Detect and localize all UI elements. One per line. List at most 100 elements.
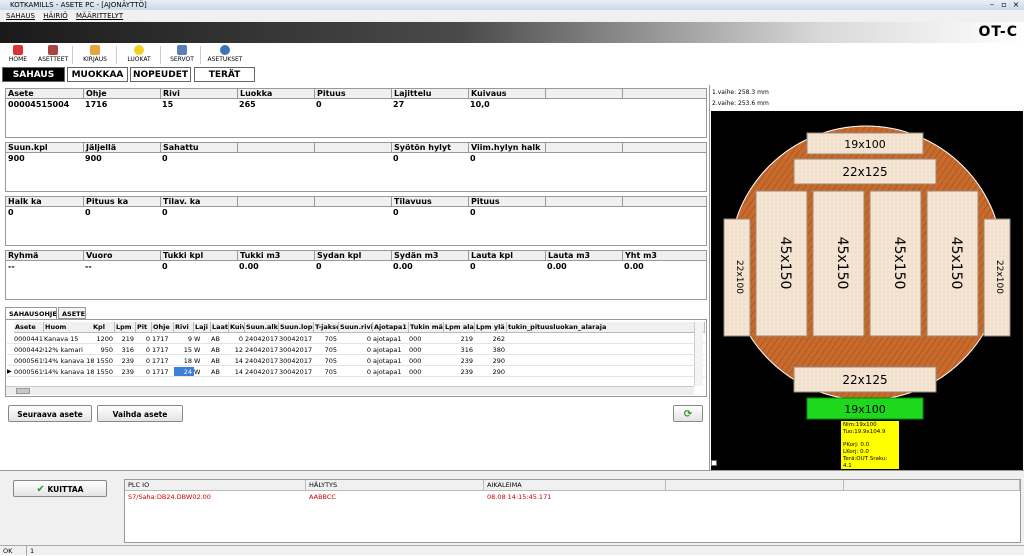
- grid-cell[interactable]: 1200: [92, 334, 115, 344]
- grid-cell[interactable]: 15: [174, 345, 194, 355]
- maximize-button[interactable]: ▫: [998, 0, 1010, 9]
- grid-column-header[interactable]: Kuiv: [229, 322, 245, 333]
- alarm-timestamp[interactable]: 08.08 14:15:45.171: [484, 492, 551, 502]
- grid-column-header[interactable]: Rivi: [174, 322, 194, 333]
- grid-cell[interactable]: W: [194, 367, 211, 377]
- grid-cell[interactable]: 262: [475, 334, 507, 344]
- grid-cell[interactable]: 0: [339, 345, 373, 355]
- grid-cell[interactable]: AB: [211, 356, 229, 366]
- grid-cell[interactable]: 12: [229, 345, 245, 355]
- checkbox-box[interactable]: [711, 460, 717, 466]
- grid-column-header[interactable]: tukin_pituusluokan_alaraja: [507, 322, 705, 333]
- kirjaus-button[interactable]: KIRJAUS: [80, 45, 110, 63]
- grid-cell[interactable]: 24042017: [245, 356, 279, 366]
- grid-cell[interactable]: 0: [136, 367, 152, 377]
- grid-cell[interactable]: 00004417502: [14, 334, 44, 344]
- grid-cell[interactable]: ajotapa1: [373, 367, 409, 377]
- grid-cell[interactable]: 14% kanava 18: [44, 367, 97, 377]
- grid-column-header[interactable]: T-jakso: [314, 322, 339, 333]
- grid-cell[interactable]: 24: [174, 367, 194, 377]
- grid-cell[interactable]: 9: [174, 334, 194, 344]
- grid-column-header[interactable]: Laji: [194, 322, 211, 333]
- tab-muokkaa[interactable]: MUOKKAA: [67, 67, 128, 82]
- grid-cell[interactable]: 316: [115, 345, 136, 355]
- grid-column-header[interactable]: Lpm ala: [444, 322, 475, 333]
- grid-cell[interactable]: Kanava 15: [44, 334, 97, 344]
- grid-cell[interactable]: [507, 334, 705, 344]
- grid-cell[interactable]: W: [194, 356, 211, 366]
- grid-column-header[interactable]: Laatu: [211, 322, 229, 333]
- grid-cell[interactable]: 0: [136, 334, 152, 344]
- grid-column-header[interactable]: Tukin määr: [409, 322, 444, 333]
- grid-cell[interactable]: 0: [339, 334, 373, 344]
- grid-cell[interactable]: 950: [92, 345, 115, 355]
- grid-cell[interactable]: 1550: [92, 367, 115, 377]
- menu-maarittelyt[interactable]: MÄÄRITTELYT: [76, 12, 123, 20]
- grid-cell[interactable]: 1717: [152, 356, 174, 366]
- grid-cell[interactable]: 316: [444, 345, 475, 355]
- alarm-source[interactable]: S7/Saha:DB24.DBW02.00: [125, 492, 211, 502]
- grid-cell[interactable]: 705: [314, 345, 339, 355]
- menu-hairio[interactable]: HÄIRIÖ: [43, 12, 68, 20]
- grid-cell[interactable]: 30042017: [279, 356, 314, 366]
- grid-cell[interactable]: 1550: [92, 356, 115, 366]
- grid-cell[interactable]: 24042017: [245, 345, 279, 355]
- grid-cell[interactable]: 1717: [152, 334, 174, 344]
- grid-cell[interactable]: AB: [211, 334, 229, 344]
- grid-column-header[interactable]: Suun.loppu: [279, 322, 314, 333]
- change-asete-button[interactable]: Vaihda asete: [97, 405, 183, 422]
- asetteet-button[interactable]: ASETTEET: [38, 45, 68, 63]
- grid-column-header[interactable]: Huom: [44, 322, 97, 333]
- grid-cell[interactable]: W: [194, 334, 211, 344]
- grid-cell[interactable]: 24042017: [245, 334, 279, 344]
- menu-sahaus[interactable]: SAHAUS: [6, 12, 35, 20]
- row-indicator[interactable]: [7, 345, 14, 355]
- grid-cell[interactable]: 24042017: [245, 367, 279, 377]
- refresh-button[interactable]: ⟳: [673, 405, 703, 422]
- grid-cell[interactable]: 239: [115, 367, 136, 377]
- grid-cell[interactable]: 000: [409, 356, 444, 366]
- tab-sahaus[interactable]: SAHAUS: [2, 67, 65, 82]
- grid-cell[interactable]: 239: [115, 356, 136, 366]
- grid-cell[interactable]: 30042017: [279, 367, 314, 377]
- grid-cell[interactable]: 18: [174, 356, 194, 366]
- home-button[interactable]: HOME: [3, 45, 33, 63]
- minimize-button[interactable]: –: [986, 0, 998, 9]
- grid-cell[interactable]: 0: [339, 367, 373, 377]
- grid-cell[interactable]: 0: [229, 334, 245, 344]
- grid-column-header[interactable]: Lpm ylä: [475, 322, 507, 333]
- grid-vertical-scrollbar[interactable]: [694, 322, 703, 386]
- asetukset-button[interactable]: ASETUKSET: [207, 45, 243, 63]
- grid-cell[interactable]: 705: [314, 356, 339, 366]
- grid-column-header[interactable]: Suun.alku: [245, 322, 279, 333]
- grid-cell[interactable]: 239: [444, 356, 475, 366]
- tab-terat[interactable]: TERÄT: [194, 67, 255, 82]
- grid-cell[interactable]: 000: [409, 367, 444, 377]
- grid-cell[interactable]: 0: [136, 356, 152, 366]
- grid-cell[interactable]: 14: [229, 356, 245, 366]
- luokat-button[interactable]: LUOKAT: [124, 45, 154, 63]
- grid-cell[interactable]: 380: [475, 345, 507, 355]
- acknowledge-button[interactable]: ✔ KUITTAA: [13, 480, 107, 497]
- row-indicator[interactable]: [7, 334, 14, 344]
- grid-cell[interactable]: [507, 367, 705, 377]
- grid-column-header[interactable]: Ohje: [152, 322, 174, 333]
- grid-column-header[interactable]: Suun.rivi: [339, 322, 373, 333]
- grid-cell[interactable]: 1717: [152, 367, 174, 377]
- alarm-message[interactable]: AABBCC: [306, 492, 336, 502]
- grid-column-header[interactable]: Asete: [14, 322, 44, 333]
- grid-cell[interactable]: [507, 356, 705, 366]
- grid-cell[interactable]: 0: [339, 356, 373, 366]
- grid-cell[interactable]: 000: [409, 345, 444, 355]
- grid-cell[interactable]: ajotapa1: [373, 334, 409, 344]
- grid-cell[interactable]: 12% kamari: [44, 345, 97, 355]
- grid-cell[interactable]: AB: [211, 345, 229, 355]
- grid-cell[interactable]: 0: [136, 345, 152, 355]
- grid-column-header[interactable]: Pit: [136, 322, 152, 333]
- grid-cell[interactable]: 14: [229, 367, 245, 377]
- grid-cell[interactable]: 00005619003: [14, 367, 44, 377]
- grid-cell[interactable]: 219: [444, 334, 475, 344]
- grid-cell[interactable]: 705: [314, 367, 339, 377]
- grid-cell[interactable]: 239: [444, 367, 475, 377]
- grid-column-header[interactable]: Lpm: [115, 322, 136, 333]
